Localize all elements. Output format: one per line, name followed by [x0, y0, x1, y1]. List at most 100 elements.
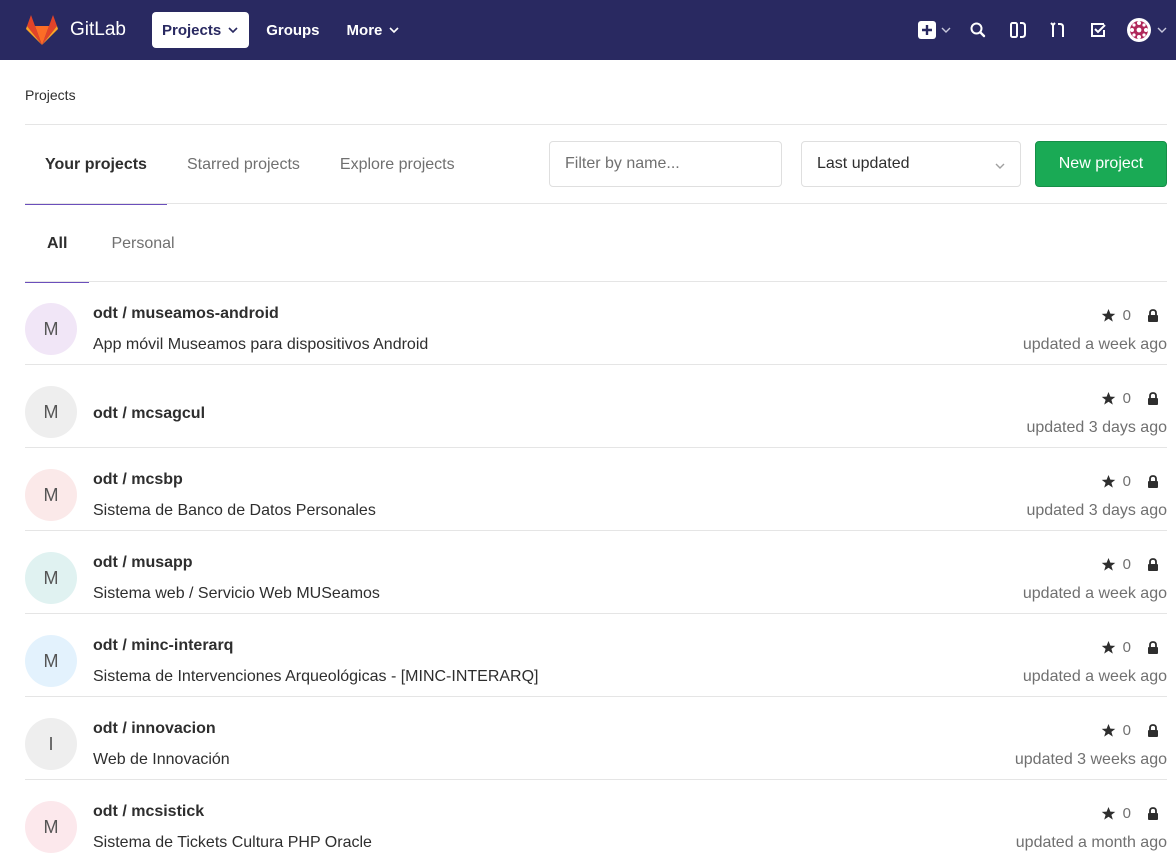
- project-avatar[interactable]: M: [25, 801, 77, 853]
- project-description: Sistema de Intervenciones Arqueológicas …: [93, 668, 539, 685]
- todos-button[interactable]: [1078, 12, 1118, 48]
- merge-request-icon: [1050, 22, 1064, 37]
- lock-icon: [1148, 474, 1158, 488]
- project-updated-time: updated 3 days ago: [1026, 419, 1167, 436]
- project-name-link[interactable]: odt / minc-interarq: [93, 637, 233, 655]
- star-count[interactable]: 0: [1123, 722, 1131, 739]
- star-icon: [1101, 308, 1115, 322]
- user-menu-button[interactable]: [1118, 12, 1176, 48]
- lock-icon: [1148, 391, 1158, 405]
- project-avatar[interactable]: M: [25, 552, 77, 604]
- project-name-link[interactable]: odt / mcsagcul: [93, 405, 205, 423]
- project-updated-time: updated a week ago: [1022, 668, 1167, 685]
- brand-name: GitLab: [70, 19, 126, 40]
- project-avatar[interactable]: M: [25, 303, 77, 355]
- tab-explore-projects[interactable]: Explore projects: [320, 126, 475, 204]
- gitlab-logo-icon: [26, 15, 58, 45]
- star-icon: [1101, 723, 1115, 737]
- new-dropdown-button[interactable]: [912, 12, 958, 48]
- project-name-link[interactable]: odt / museamos-android: [93, 305, 279, 323]
- star-count[interactable]: 0: [1123, 556, 1131, 573]
- new-project-button[interactable]: New project: [1035, 141, 1167, 187]
- tab-starred-projects[interactable]: Starred projects: [167, 126, 320, 204]
- star-count[interactable]: 0: [1123, 307, 1131, 324]
- project-description: Sistema web / Servicio Web MUSeamos: [93, 585, 380, 602]
- project-stats: 0: [1101, 473, 1159, 490]
- project-avatar[interactable]: M: [25, 635, 77, 687]
- plus-square-icon: [918, 21, 936, 39]
- merge-requests-button[interactable]: [1038, 12, 1078, 48]
- project-row[interactable]: M odt / musapp Sistema web / Servicio We…: [25, 531, 1167, 614]
- user-avatar: [1127, 18, 1151, 42]
- project-name-link[interactable]: odt / mcsbp: [93, 471, 183, 489]
- nav-groups-label: Groups: [266, 21, 320, 39]
- project-description: Web de Innovación: [93, 751, 230, 768]
- filter-by-name-input[interactable]: [549, 141, 782, 187]
- project-description: Sistema de Tickets Cultura PHP Oracle: [93, 834, 372, 851]
- project-row[interactable]: M odt / mcsagcul 0 updated 3 days ago: [25, 365, 1167, 448]
- project-stats: 0: [1101, 307, 1159, 324]
- project-stats: 0: [1101, 639, 1159, 656]
- projects-tabs: Your projects Starred projects Explore p…: [25, 126, 475, 205]
- project-row[interactable]: I odt / innovacion Web de Innovación 0 u…: [25, 697, 1167, 780]
- gitlab-home-link[interactable]: GitLab: [24, 0, 126, 60]
- project-updated-time: updated 3 weeks ago: [1014, 751, 1167, 768]
- project-row[interactable]: M odt / mcsbp Sistema de Banco de Datos …: [25, 448, 1167, 531]
- todo-check-icon: [1091, 23, 1106, 37]
- star-icon: [1101, 391, 1115, 405]
- sort-dropdown[interactable]: Last updated: [801, 141, 1021, 187]
- project-description: Sistema de Banco de Datos Personales: [93, 502, 376, 519]
- project-name-link[interactable]: odt / mcsistick: [93, 803, 204, 821]
- lock-icon: [1148, 557, 1158, 571]
- project-avatar[interactable]: M: [25, 386, 77, 438]
- breadcrumb[interactable]: Projects: [25, 87, 76, 103]
- star-icon: [1101, 474, 1115, 488]
- sort-selected-label: Last updated: [817, 155, 910, 172]
- lock-icon: [1148, 723, 1158, 737]
- nav-projects-dropdown[interactable]: Projects: [151, 12, 250, 48]
- chevron-down-icon: [228, 27, 238, 34]
- chevron-down-icon: [389, 27, 399, 34]
- project-name-link[interactable]: odt / innovacion: [93, 720, 216, 738]
- project-updated-time: updated 3 days ago: [1026, 502, 1167, 519]
- project-updated-time: updated a week ago: [1022, 585, 1167, 602]
- project-row[interactable]: M odt / mcsistick Sistema de Tickets Cul…: [25, 780, 1167, 863]
- project-list: M odt / museamos-android App móvil Musea…: [25, 282, 1167, 863]
- tab-your-projects[interactable]: Your projects: [25, 126, 167, 205]
- project-name-link[interactable]: odt / musapp: [93, 554, 193, 572]
- chevron-down-icon: [995, 163, 1005, 169]
- subtab-personal[interactable]: Personal: [89, 205, 196, 282]
- subtab-all[interactable]: All: [25, 205, 90, 283]
- issues-icon: [1010, 22, 1026, 38]
- chevron-down-icon: [1157, 27, 1167, 33]
- star-count[interactable]: 0: [1123, 639, 1131, 656]
- top-navbar: GitLab Projects Groups More: [0, 0, 1176, 60]
- project-avatar[interactable]: M: [25, 469, 77, 521]
- nav-more-label: More: [346, 21, 383, 39]
- nav-more-dropdown[interactable]: More: [337, 12, 411, 48]
- project-description: App móvil Museamos para dispositivos And…: [93, 336, 429, 353]
- project-stats: 0: [1101, 805, 1159, 822]
- search-icon: [970, 22, 986, 38]
- filter-subtabs: All Personal: [25, 205, 197, 283]
- project-stats: 0: [1101, 556, 1159, 573]
- lock-icon: [1148, 308, 1158, 322]
- star-count[interactable]: 0: [1123, 805, 1131, 822]
- star-icon: [1101, 806, 1115, 820]
- lock-icon: [1148, 806, 1158, 820]
- project-row[interactable]: M odt / minc-interarq Sistema de Interve…: [25, 614, 1167, 697]
- nav-projects-label: Projects: [161, 21, 222, 39]
- divider: [25, 203, 1167, 204]
- project-avatar[interactable]: I: [25, 718, 77, 770]
- lock-icon: [1148, 640, 1158, 654]
- star-count[interactable]: 0: [1123, 390, 1131, 407]
- project-stats: 0: [1101, 722, 1159, 739]
- nav-groups-link[interactable]: Groups: [256, 12, 329, 48]
- star-count[interactable]: 0: [1123, 473, 1131, 490]
- project-stats: 0: [1101, 390, 1159, 407]
- chevron-down-icon: [941, 27, 951, 33]
- project-row[interactable]: M odt / museamos-android App móvil Musea…: [25, 282, 1167, 365]
- search-button[interactable]: [958, 12, 998, 48]
- issues-button[interactable]: [998, 12, 1038, 48]
- project-updated-time: updated a month ago: [1015, 834, 1167, 851]
